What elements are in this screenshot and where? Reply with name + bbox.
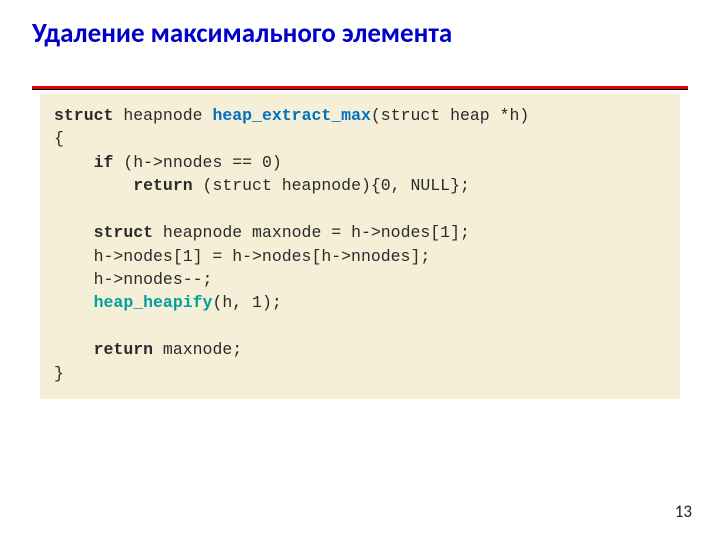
code-keyword: if xyxy=(94,153,114,172)
code-indent xyxy=(54,293,94,312)
code-keyword: struct xyxy=(94,223,153,242)
code-keyword: return xyxy=(94,340,153,359)
code-call: heap_heapify xyxy=(94,293,213,312)
code-text: (h, 1); xyxy=(212,293,281,312)
code-text: maxnode; xyxy=(153,340,242,359)
code-text: (struct heap *h) xyxy=(371,106,529,125)
divider-black xyxy=(32,89,688,90)
page-number: 13 xyxy=(675,501,692,522)
code-text: heapnode maxnode = h->nodes[1]; xyxy=(153,223,470,242)
code-indent xyxy=(54,340,94,359)
code-indent xyxy=(54,176,133,195)
code-text: } xyxy=(54,364,64,383)
code-indent xyxy=(54,153,94,172)
code-indent xyxy=(54,223,94,242)
slide-title: Удаление максимального элемента xyxy=(32,18,672,50)
code-text: (h->nnodes == 0) xyxy=(113,153,281,172)
code-text: h->nodes[1] = h->nodes[h->nnodes]; xyxy=(54,247,430,266)
code-block: struct heapnode heap_extract_max(struct … xyxy=(40,94,680,399)
code-function-name: heap_extract_max xyxy=(212,106,370,125)
code-text: { xyxy=(54,129,64,148)
code-keyword: return xyxy=(133,176,192,195)
code-text: h->nnodes--; xyxy=(54,270,212,289)
code-keyword: struct xyxy=(54,106,113,125)
code-text: (struct heapnode){0, NULL}; xyxy=(193,176,470,195)
slide: Удаление максимального элемента struct h… xyxy=(0,0,720,540)
code-text: heapnode xyxy=(113,106,212,125)
